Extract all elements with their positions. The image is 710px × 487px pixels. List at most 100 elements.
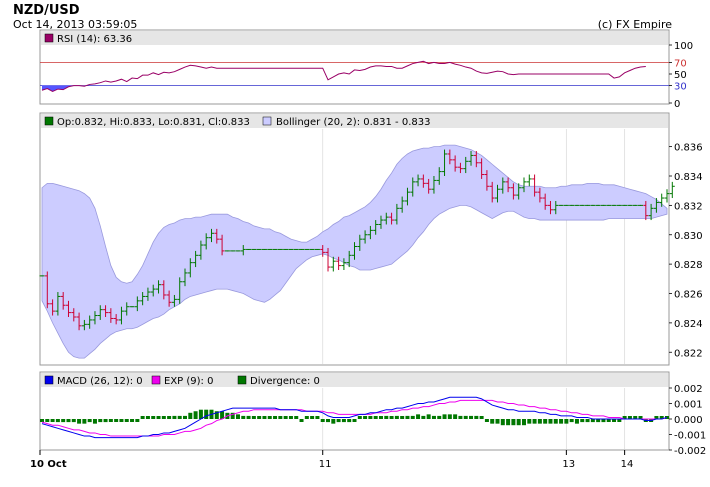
divergence-bar bbox=[294, 416, 299, 419]
divergence-bar bbox=[161, 416, 166, 419]
divergence-bar bbox=[479, 416, 484, 419]
bollinger-legend-label: Bollinger (20, 2): 0.831 - 0.833 bbox=[276, 117, 430, 128]
divergence-bar bbox=[357, 416, 362, 419]
divergence-bar bbox=[416, 414, 421, 419]
ohlc-bar bbox=[39, 275, 45, 277]
divergence-bar bbox=[347, 419, 352, 423]
divergence-bar bbox=[45, 419, 50, 422]
divergence-bar bbox=[55, 419, 60, 423]
divergence-bar bbox=[548, 419, 553, 424]
rsi-panel: RSI (14): 63.36 100 705030 0 bbox=[39, 29, 693, 110]
macd-y-tick-label: 0.002 bbox=[674, 384, 703, 395]
divergence-bar bbox=[267, 416, 272, 419]
divergence-bar bbox=[458, 415, 463, 419]
divergence-bar bbox=[77, 419, 82, 424]
price-panel: Op:0.832, Hi:0.833, Lo:0.831, Cl:0.833 B… bbox=[39, 112, 703, 366]
ohlc-bar bbox=[288, 248, 294, 250]
macd-y-tick-label: 0.000 bbox=[674, 415, 703, 426]
price-y-tick-label: 0.830 bbox=[674, 231, 703, 242]
divergence-bar bbox=[114, 419, 119, 422]
divergence-bar bbox=[188, 412, 193, 419]
macd-y-tick-label: 0.001 bbox=[674, 400, 703, 411]
divergence-bar bbox=[299, 419, 304, 422]
ohlc-bar bbox=[558, 204, 564, 206]
divergence-bar bbox=[140, 416, 145, 419]
ohlc-bar bbox=[622, 204, 628, 206]
divergence-bar bbox=[40, 419, 44, 422]
divergence-bar bbox=[400, 416, 405, 419]
divergence-bar bbox=[532, 419, 537, 424]
ohlc-bar bbox=[224, 250, 230, 252]
ohlc-legend-swatch bbox=[44, 116, 54, 126]
divergence-bar bbox=[484, 419, 489, 422]
ohlc-legend-label: Op:0.832, Hi:0.833, Lo:0.831, Cl:0.833 bbox=[57, 117, 250, 128]
ohlc-bar bbox=[283, 248, 289, 250]
ohlc-bar bbox=[611, 204, 617, 206]
divergence-bar bbox=[537, 419, 542, 424]
ohlc-bar bbox=[595, 204, 601, 206]
rsi-legend-swatch bbox=[44, 33, 54, 43]
ohlc-bar bbox=[309, 248, 315, 250]
divergence-bar bbox=[574, 419, 579, 424]
ohlc-bar bbox=[606, 204, 612, 206]
ohlc-bar bbox=[293, 248, 299, 250]
rsi-legend-bar bbox=[41, 31, 668, 45]
divergence-bar bbox=[506, 419, 511, 426]
divergence-bar bbox=[183, 415, 188, 419]
ohlc-bar bbox=[627, 204, 633, 206]
ohlc-bar bbox=[632, 204, 638, 206]
x-axis-tick-label: 10 Oct bbox=[30, 459, 67, 470]
divergence-bar bbox=[463, 415, 468, 419]
divergence-bar bbox=[569, 419, 574, 423]
divergence-bar bbox=[527, 419, 532, 424]
divergence-bar bbox=[516, 419, 521, 426]
ohlc-bar bbox=[304, 248, 310, 250]
macd-y-tick-label: -0.002 bbox=[674, 446, 706, 457]
divergence-bar bbox=[474, 415, 479, 419]
price-y-tick-label: 0.828 bbox=[674, 260, 703, 271]
divergence-bar bbox=[61, 419, 66, 423]
exp-legend-label: EXP (9): 0 bbox=[164, 376, 213, 387]
ohlc-bar bbox=[585, 204, 591, 206]
ohlc-bar bbox=[267, 248, 273, 250]
divergence-bar bbox=[437, 415, 442, 419]
divergence-bar bbox=[315, 416, 320, 419]
divergence-bar bbox=[384, 415, 389, 419]
ohlc-bar bbox=[299, 248, 305, 250]
divergence-bar bbox=[442, 414, 447, 419]
divergence-bar bbox=[130, 419, 135, 422]
divergence-bar bbox=[543, 419, 548, 424]
rsi-legend-label: RSI (14): 63.36 bbox=[57, 34, 132, 45]
divergence-bar bbox=[204, 409, 209, 419]
ohlc-bar bbox=[251, 248, 257, 250]
divergence-bar bbox=[580, 419, 585, 423]
ohlc-bar bbox=[590, 204, 596, 206]
divergence-bar bbox=[246, 415, 251, 419]
divergence-bar bbox=[193, 411, 198, 419]
divergence-bar bbox=[156, 416, 161, 419]
divergence-bar bbox=[320, 419, 325, 422]
divergence-bar bbox=[394, 415, 399, 419]
rsi-y-tick-label: 100 bbox=[674, 41, 693, 52]
forex-chart: RSI (14): 63.36 100 705030 0 Op:0.832, Hi:… bbox=[30, 29, 706, 470]
macd-panel: MACD (26, 12): 0 EXP (9): 0 Divergence: … bbox=[39, 371, 706, 457]
divergence-bar bbox=[336, 419, 341, 423]
ohlc-bar bbox=[569, 204, 575, 206]
divergence-bar bbox=[92, 419, 97, 424]
divergence-bar bbox=[283, 416, 288, 419]
divergence-bar bbox=[145, 416, 150, 419]
ohlc-bar bbox=[272, 248, 278, 250]
ohlc-bar bbox=[600, 204, 606, 206]
divergence-bar bbox=[405, 415, 410, 419]
price-y-tick-label: 0.822 bbox=[674, 348, 703, 359]
divergence-bar bbox=[151, 416, 156, 419]
divergence-bar bbox=[87, 419, 92, 423]
ohlc-bar bbox=[235, 250, 241, 252]
exp-legend-swatch bbox=[151, 375, 161, 385]
divergence-bar bbox=[235, 414, 240, 419]
divergence-bar bbox=[426, 414, 431, 419]
divergence-bar bbox=[167, 416, 172, 419]
x-axis-tick-label: 11 bbox=[319, 459, 332, 470]
ohlc-bar bbox=[261, 248, 267, 250]
divergence-bar bbox=[119, 419, 124, 422]
